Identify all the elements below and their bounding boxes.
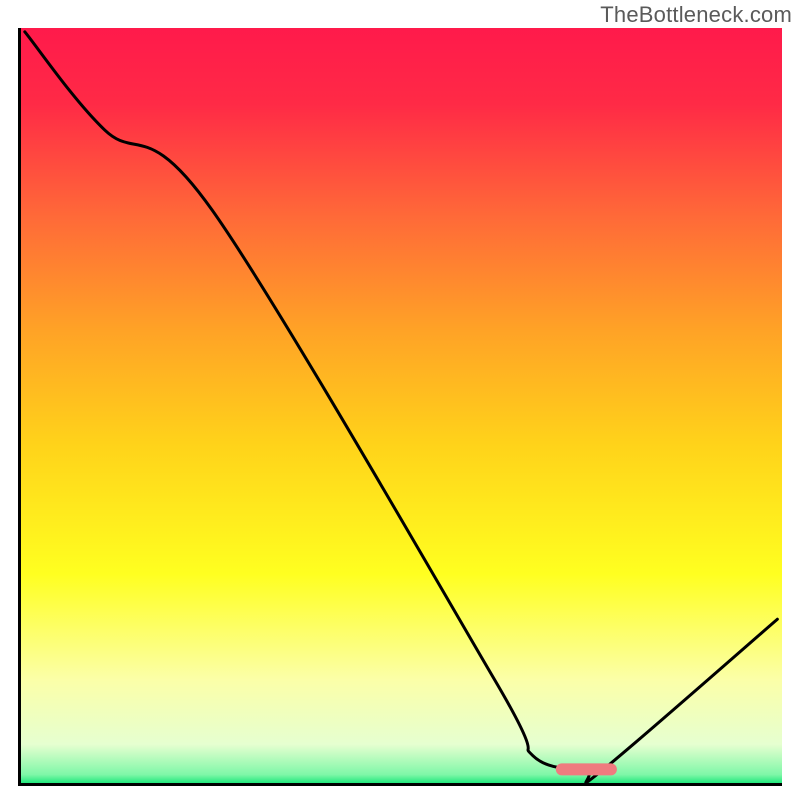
optimal-range-marker [556,763,617,775]
plot-svg [21,28,782,786]
gradient-background [21,28,782,786]
chart-container: TheBottleneck.com [0,0,800,800]
watermark-text: TheBottleneck.com [600,2,792,28]
plot-area [18,28,782,786]
